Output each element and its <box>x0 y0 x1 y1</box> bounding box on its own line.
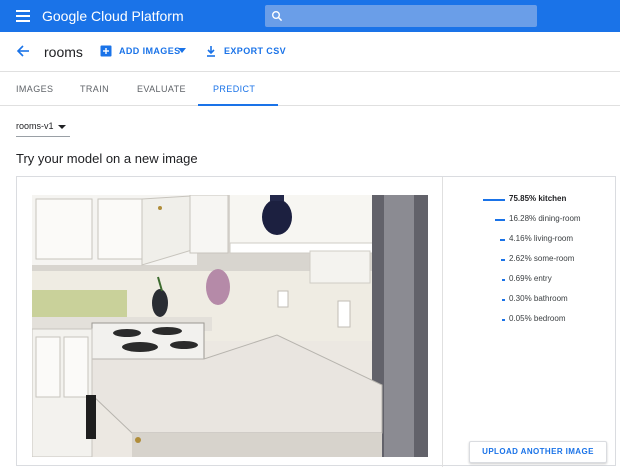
prediction-item: 2.62% some-room <box>463 254 620 268</box>
prediction-label: 4.16% living-room <box>509 234 574 243</box>
prediction-bar <box>502 299 505 301</box>
model-select[interactable]: rooms-v1 <box>16 117 70 137</box>
export-csv-label: EXPORT CSV <box>224 46 287 56</box>
dataset-header: rooms ADD IMAGES EXPORT CSV <box>0 32 620 72</box>
tab-predict[interactable]: PREDICT <box>213 84 255 94</box>
prediction-label: 16.28% dining-room <box>509 214 581 223</box>
prediction-item: 4.16% living-room <box>463 234 620 248</box>
active-tab-indicator <box>198 104 278 106</box>
caret-down-icon <box>58 125 66 129</box>
tab-images[interactable]: IMAGES <box>16 84 53 94</box>
add-images-label: ADD IMAGES <box>119 46 181 56</box>
prediction-bar <box>502 279 505 281</box>
arrow-left-icon[interactable] <box>16 44 30 58</box>
card-divider <box>442 177 443 467</box>
prediction-label: 2.62% some-room <box>509 254 575 263</box>
tab-train[interactable]: TRAIN <box>80 84 109 94</box>
caret-down-icon <box>178 48 186 53</box>
add-images-button[interactable]: ADD IMAGES <box>100 45 190 58</box>
prediction-item: 0.05% bedroom <box>463 314 620 328</box>
prediction-item: 0.30% bathroom <box>463 294 620 308</box>
download-icon <box>207 46 215 57</box>
tab-bar: IMAGES TRAIN EVALUATE PREDICT <box>0 72 620 106</box>
export-csv-button[interactable]: EXPORT CSV <box>205 46 287 58</box>
search-bar[interactable] <box>265 5 537 27</box>
prediction-label: 0.69% entry <box>509 274 552 283</box>
prediction-bar <box>483 199 505 201</box>
add-box-icon <box>100 45 112 57</box>
prediction-item: 0.69% entry <box>463 274 620 288</box>
prediction-bar <box>501 259 505 261</box>
top-app-bar: Google Cloud Platform <box>0 0 620 32</box>
menu-icon[interactable] <box>16 10 30 22</box>
prediction-bar <box>502 319 505 321</box>
prediction-bar <box>500 239 505 241</box>
prediction-label: 75.85% kitchen <box>509 194 567 203</box>
model-select-value: rooms-v1 <box>16 121 54 131</box>
upload-another-image-button[interactable]: UPLOAD ANOTHER IMAGE <box>469 441 607 463</box>
search-icon <box>272 11 283 22</box>
kitchen-photo <box>32 195 428 457</box>
page-title: rooms <box>44 44 83 60</box>
prediction-item: 16.28% dining-room <box>463 214 620 228</box>
prediction-bar <box>495 219 505 221</box>
brand-title[interactable]: Google Cloud Platform <box>42 8 184 24</box>
prediction-label: 0.05% bedroom <box>509 314 566 323</box>
prediction-card: 75.85% kitchen 16.28% dining-room 4.16% … <box>16 176 616 467</box>
section-title: Try your model on a new image <box>16 151 198 166</box>
tab-evaluate[interactable]: EVALUATE <box>137 84 186 94</box>
prediction-item: 75.85% kitchen <box>463 194 620 208</box>
prediction-label: 0.30% bathroom <box>509 294 568 303</box>
